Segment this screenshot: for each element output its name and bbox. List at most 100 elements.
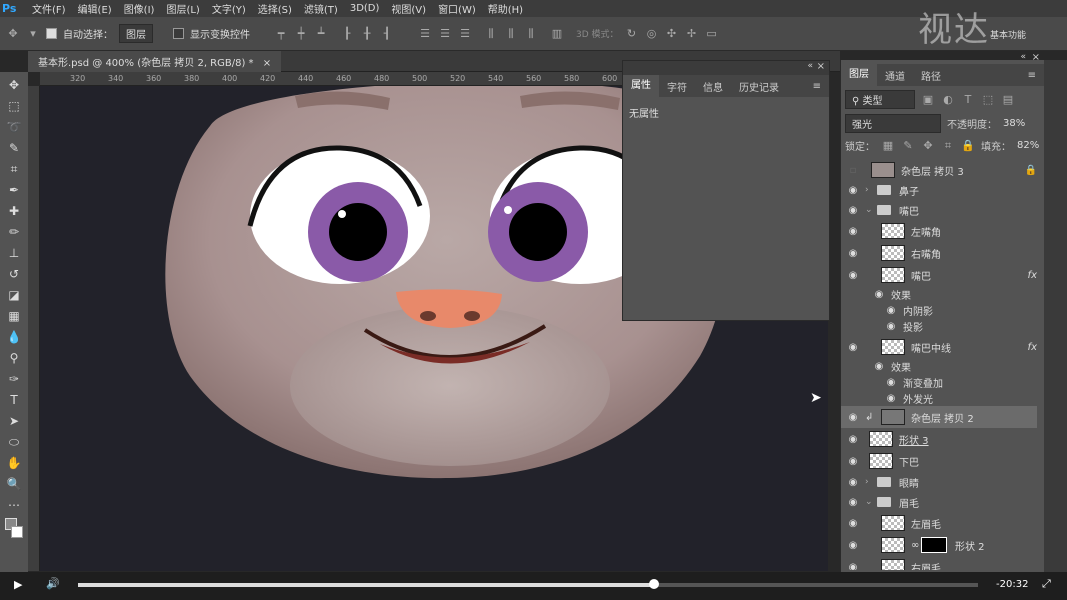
layer-row[interactable]: ◉ 左眉毛 xyxy=(841,512,1037,534)
lock-transparent-icon[interactable]: ▦ xyxy=(881,139,895,152)
menu-type[interactable]: 文字(Y) xyxy=(206,1,252,16)
chevron-down-icon[interactable]: ▾ xyxy=(26,27,40,40)
chevron-down-icon[interactable]: ⌄ xyxy=(865,497,877,507)
show-transform-checkbox[interactable] xyxy=(173,28,184,39)
3d-scale-icon[interactable]: ▭ xyxy=(705,27,719,40)
hand-tool-icon[interactable]: ✋ xyxy=(3,453,25,474)
align-right-icon[interactable]: ┨ xyxy=(380,27,394,40)
align-left-icon[interactable]: ┠ xyxy=(340,27,354,40)
gradient-tool-icon[interactable]: ▦ xyxy=(3,306,25,327)
eye-icon[interactable]: ◉ xyxy=(841,205,865,216)
menu-view[interactable]: 视图(V) xyxy=(385,1,432,16)
layer-filter-dropdown[interactable]: ⚲ 类型 xyxy=(845,90,915,109)
close-icon[interactable]: × xyxy=(1032,52,1040,63)
align-vcenter-icon[interactable]: ┿ xyxy=(294,27,308,40)
collapse-icon[interactable]: « xyxy=(1020,52,1026,62)
effect-row[interactable]: ◉ 渐变叠加 xyxy=(841,374,1037,390)
auto-select-checkbox[interactable] xyxy=(46,28,57,39)
eye-icon[interactable]: ◉ xyxy=(841,456,865,467)
layer-row-selected[interactable]: ◉ ↲ 杂色层 拷贝 2 xyxy=(841,406,1037,428)
align-hcenter-icon[interactable]: ╂ xyxy=(360,27,374,40)
move-tool-icon[interactable]: ✥ xyxy=(3,75,25,96)
video-progress-knob[interactable] xyxy=(649,579,659,589)
path-select-tool-icon[interactable]: ➤ xyxy=(3,411,25,432)
tab-history[interactable]: 历史记录 xyxy=(731,79,787,94)
menu-select[interactable]: 选择(S) xyxy=(252,1,298,16)
tab-channels[interactable]: 通道 xyxy=(877,68,913,83)
filter-pixel-icon[interactable]: ▣ xyxy=(921,93,935,106)
menu-edit[interactable]: 编辑(E) xyxy=(72,1,118,16)
group-row[interactable]: ◉ › 鼻子 xyxy=(841,180,1037,200)
layer-row[interactable]: ◉ 右嘴角 xyxy=(841,242,1037,264)
3d-drag-icon[interactable]: ✣ xyxy=(665,27,679,40)
effect-eye-icon[interactable]: ◉ xyxy=(879,377,903,388)
eye-icon[interactable]: ◉ xyxy=(841,270,865,281)
effect-eye-icon[interactable]: ◉ xyxy=(879,393,903,404)
eye-icon[interactable]: ◉ xyxy=(841,412,865,423)
lock-pixels-icon[interactable]: ✎ xyxy=(901,139,915,152)
effect-row[interactable]: ◉ 内阴影 xyxy=(841,302,1037,318)
close-icon[interactable]: × xyxy=(817,61,825,72)
volume-icon[interactable]: 🔊 xyxy=(46,577,60,590)
history-brush-tool-icon[interactable]: ↺ xyxy=(3,264,25,285)
menu-layer[interactable]: 图层(L) xyxy=(160,1,205,16)
dodge-tool-icon[interactable]: ⚲ xyxy=(3,348,25,369)
group-row[interactable]: ◉ › 眼睛 xyxy=(841,472,1037,492)
eye-icon[interactable]: ◉ xyxy=(841,342,865,353)
tab-paths[interactable]: 路径 xyxy=(913,68,949,83)
quick-select-tool-icon[interactable]: ✎ xyxy=(3,138,25,159)
eye-icon[interactable]: ◉ xyxy=(841,185,865,196)
eye-icon[interactable]: ◉ xyxy=(841,497,865,508)
opacity-input[interactable]: 38% xyxy=(1003,118,1025,129)
menu-help[interactable]: 帮助(H) xyxy=(482,1,529,16)
layer-row[interactable]: ◉ 嘴巴中线 fx xyxy=(841,336,1037,358)
fullscreen-icon[interactable]: ⤢ xyxy=(1042,577,1051,591)
3d-roll-icon[interactable]: ◎ xyxy=(645,27,659,40)
menu-window[interactable]: 窗口(W) xyxy=(432,1,482,16)
auto-select-dropdown[interactable]: 图层 xyxy=(119,24,153,43)
layer-row[interactable]: ◉ 形状 3 xyxy=(841,428,1037,450)
type-tool-icon[interactable]: T xyxy=(3,390,25,411)
auto-align-icon[interactable]: ▥ xyxy=(550,27,564,40)
filter-type-icon[interactable]: T xyxy=(961,93,975,106)
shape-tool-icon[interactable]: ⬭ xyxy=(3,432,25,453)
lock-artboard-icon[interactable]: ⌗ xyxy=(941,139,955,153)
eye-icon[interactable]: ◉ xyxy=(841,477,865,488)
layer-row[interactable]: ◉ 右眉毛 xyxy=(841,556,1037,570)
marquee-tool-icon[interactable]: ⬚ xyxy=(3,96,25,117)
color-swatches-icon[interactable] xyxy=(3,516,25,546)
distribute-hcenter-icon[interactable]: ⫼ xyxy=(504,27,518,41)
collapse-icon[interactable]: « xyxy=(807,61,813,71)
tab-layers[interactable]: 图层 xyxy=(841,64,877,86)
group-row[interactable]: ◉ ⌄ 眉毛 xyxy=(841,492,1037,512)
layer-row[interactable]: ◉ 左嘴角 xyxy=(841,220,1037,242)
menu-image[interactable]: 图像(I) xyxy=(118,1,161,16)
align-bottom-icon[interactable]: ┷ xyxy=(314,27,328,40)
layer-row[interactable]: ◉ ∞ 形状 2 xyxy=(841,534,1037,556)
menu-3d[interactable]: 3D(D) xyxy=(344,3,386,14)
lock-position-icon[interactable]: ✥ xyxy=(921,139,935,152)
zoom-tool-icon[interactable]: 🔍 xyxy=(3,474,25,495)
layer-row[interactable]: ▫ 杂色层 拷贝 3 🔒 xyxy=(841,160,1037,180)
close-icon[interactable]: × xyxy=(263,58,271,69)
layer-row[interactable]: ◉ 嘴巴 fx xyxy=(841,264,1037,286)
distribute-vcenter-icon[interactable]: ☰ xyxy=(438,27,452,40)
lock-all-icon[interactable]: 🔒 xyxy=(961,139,975,152)
chevron-right-icon[interactable]: › xyxy=(865,185,877,195)
group-row[interactable]: ◉ ⌄ 嘴巴 xyxy=(841,200,1037,220)
effect-eye-icon[interactable]: ◉ xyxy=(879,321,903,332)
panel-menu-icon[interactable]: ≡ xyxy=(1020,70,1044,81)
document-tab[interactable]: 基本形.psd @ 400% (杂色层 拷贝 2, RGB/8) * × xyxy=(28,51,282,72)
eye-icon[interactable]: ◉ xyxy=(841,518,865,529)
more-tools-icon[interactable]: ⋯ xyxy=(3,495,25,516)
distribute-top-icon[interactable]: ☰ xyxy=(418,27,432,40)
eye-icon[interactable]: ◉ xyxy=(841,562,865,571)
tab-character[interactable]: 字符 xyxy=(659,79,695,94)
effect-row[interactable]: ◉ 投影 xyxy=(841,318,1037,334)
distribute-right-icon[interactable]: ⫼ xyxy=(524,27,538,41)
stamp-tool-icon[interactable]: ⊥ xyxy=(3,243,25,264)
3d-rotate-icon[interactable]: ↻ xyxy=(625,27,639,40)
eraser-tool-icon[interactable]: ◪ xyxy=(3,285,25,306)
effect-eye-icon[interactable]: ◉ xyxy=(867,361,891,372)
chevron-right-icon[interactable]: › xyxy=(865,477,877,487)
